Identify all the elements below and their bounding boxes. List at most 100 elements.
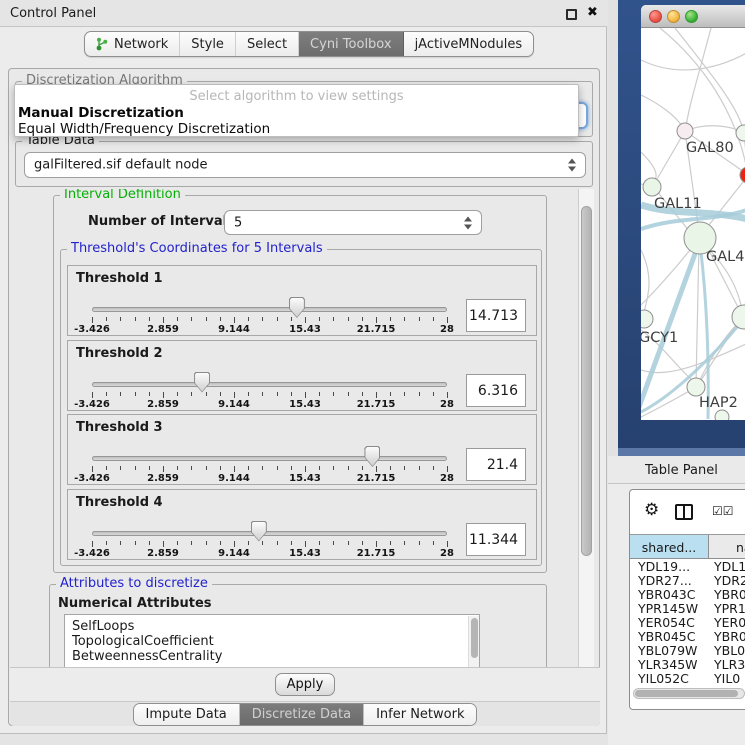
network-edge [641, 95, 682, 126]
tick-mark [135, 317, 136, 321]
network-node-gcy1[interactable] [641, 310, 653, 328]
table-row[interactable]: YER054CYER0 [630, 615, 745, 629]
list-item[interactable]: SelfLoops [72, 619, 134, 634]
list-scrollbar[interactable] [468, 616, 479, 667]
tick-mark [291, 317, 292, 321]
network-node-g[interactable] [736, 125, 745, 141]
slider-handle[interactable] [194, 372, 210, 393]
table-row[interactable]: YBR045CYBR0 [630, 629, 745, 643]
network-view-window: GAL80G.CGAL11GAL4GCY1HHAP2 [641, 5, 745, 420]
tick-mark [348, 466, 349, 470]
tick-label: 15.43 [289, 473, 321, 484]
table-row[interactable]: YIL052CYIL0 [630, 671, 745, 685]
tick-mark [277, 466, 278, 470]
tick-mark [234, 392, 235, 398]
table-panel-body: ⚙ ☑☑ shared... na YDL19...YDL1YDR27...YD… [629, 489, 745, 710]
cell-name: YPR1 [709, 601, 745, 615]
panel-scrollbar[interactable] [578, 189, 594, 667]
interval-definition-group: Interval Definition Number of Intervals … [53, 195, 547, 573]
tab-label: Network [114, 37, 168, 52]
table-header-name[interactable]: na [709, 535, 745, 559]
tick-mark [92, 392, 93, 398]
tick-label: 2.859 [147, 324, 179, 335]
number-of-intervals-combo[interactable]: 5 [224, 210, 482, 235]
split-columns-icon[interactable] [675, 504, 693, 520]
dropdown-option[interactable]: Manual Discretization [18, 105, 184, 121]
window-title: Control Panel [10, 6, 96, 21]
close-traffic-light-icon[interactable] [649, 10, 662, 23]
slider-handle[interactable] [364, 446, 380, 467]
zoom-traffic-light-icon[interactable] [685, 10, 698, 23]
table-row[interactable]: YDR27...YDR2 [630, 573, 745, 587]
table-row[interactable]: YDL19...YDL1 [630, 559, 745, 573]
tick-mark [135, 541, 136, 545]
threshold-value-field[interactable]: 14.713 [466, 299, 526, 332]
network-graph-canvas[interactable]: GAL80G.CGAL11GAL4GCY1HHAP2 [641, 28, 745, 420]
threshold-value-field[interactable]: 11.344 [466, 523, 526, 556]
tick-mark [234, 541, 235, 547]
cell-shared-name: YDR27... [630, 573, 709, 587]
table-row[interactable]: YLR345WYLR3 [630, 657, 745, 671]
slider-track[interactable] [92, 531, 447, 536]
tick-mark [135, 392, 136, 396]
tick-mark [348, 317, 349, 321]
control-panel-titlebar: Control Panel ✖ [0, 0, 607, 27]
table-row[interactable]: YBR043CYBR0 [630, 587, 745, 601]
table-rows: YDL19...YDL1YDR27...YDR2YBR043CYBR0YPR14… [630, 559, 745, 685]
network-node-h[interactable] [732, 305, 745, 329]
tick-label: -3.426 [74, 548, 110, 559]
table-data-combo[interactable]: galFiltered.sif default node [24, 152, 586, 178]
tab-infer-network[interactable]: Infer Network [364, 704, 476, 725]
scrollbar-thumb[interactable] [471, 618, 478, 658]
network-window-bottom-edge [618, 448, 745, 456]
threshold-value-field[interactable]: 6.316 [466, 374, 526, 407]
float-window-icon[interactable] [566, 9, 577, 20]
tick-mark [120, 466, 121, 470]
gear-icon[interactable]: ⚙ [644, 502, 659, 519]
tab-style[interactable]: Style [180, 32, 236, 56]
tick-mark [220, 317, 221, 321]
tick-mark [92, 541, 93, 547]
apply-button[interactable]: Apply [275, 673, 335, 696]
bottom-tab-strip: Impute DataDiscretize DataInfer Network [10, 701, 600, 726]
slider-track[interactable] [92, 382, 447, 387]
network-node-gal11[interactable] [643, 178, 661, 196]
slider-handle-face [365, 447, 379, 466]
network-window-titlebar[interactable] [641, 5, 745, 28]
tab-network[interactable]: Network [85, 32, 180, 56]
slider-handle[interactable] [251, 521, 267, 542]
table-horizontal-scrollbar[interactable] [633, 688, 745, 699]
threshold-box: Threshold 2-3.4262.8599.14415.4321.71528… [67, 340, 537, 411]
slider-track[interactable] [92, 456, 447, 461]
tick-mark [376, 392, 377, 398]
scrollbar-thumb[interactable] [581, 206, 592, 556]
tick-mark [120, 317, 121, 321]
column-checkboxes-icon[interactable]: ☑☑ [712, 504, 734, 518]
threshold-value-field[interactable]: 21.4 [466, 448, 526, 481]
tab-jactivemnodules[interactable]: jActiveMNodules [404, 32, 534, 56]
tab-select[interactable]: Select [236, 32, 299, 56]
threshold-label: Threshold 2 [76, 346, 163, 361]
network-node-gal80[interactable] [677, 123, 693, 139]
table-header-shared-name[interactable]: shared... [630, 535, 709, 559]
list-item[interactable]: BetweennessCentrality [72, 649, 222, 664]
tab-discretize-data[interactable]: Discretize Data [240, 704, 364, 725]
close-icon[interactable]: ✖ [587, 5, 598, 20]
network-node-hap2[interactable] [687, 378, 705, 396]
tick-label: -3.426 [74, 324, 110, 335]
dropdown-option[interactable]: Equal Width/Frequency Discretization [18, 121, 270, 137]
minimize-traffic-light-icon[interactable] [667, 10, 680, 23]
tick-mark [106, 392, 107, 396]
tab-impute-data[interactable]: Impute Data [134, 704, 240, 725]
table-row[interactable]: YBL079WYBL0 [630, 643, 745, 657]
list-item[interactable]: TopologicalCoefficient [72, 634, 214, 649]
tick-label: 21.715 [357, 473, 396, 484]
table-row[interactable]: YPR145WYPR1 [630, 601, 745, 615]
slider-handle[interactable] [289, 297, 305, 318]
control-panel-tab-bar: Network StyleSelectCyni ToolboxjActiveMNo… [84, 31, 534, 57]
numerical-attributes-list[interactable]: SelfLoopsTopologicalCoefficientBetweenne… [64, 614, 480, 667]
tab-cyni-toolbox[interactable]: Cyni Toolbox [299, 32, 404, 56]
network-node-node[interactable] [715, 410, 729, 420]
slider-track[interactable] [92, 307, 447, 312]
scrollbar-thumb[interactable] [635, 690, 738, 697]
